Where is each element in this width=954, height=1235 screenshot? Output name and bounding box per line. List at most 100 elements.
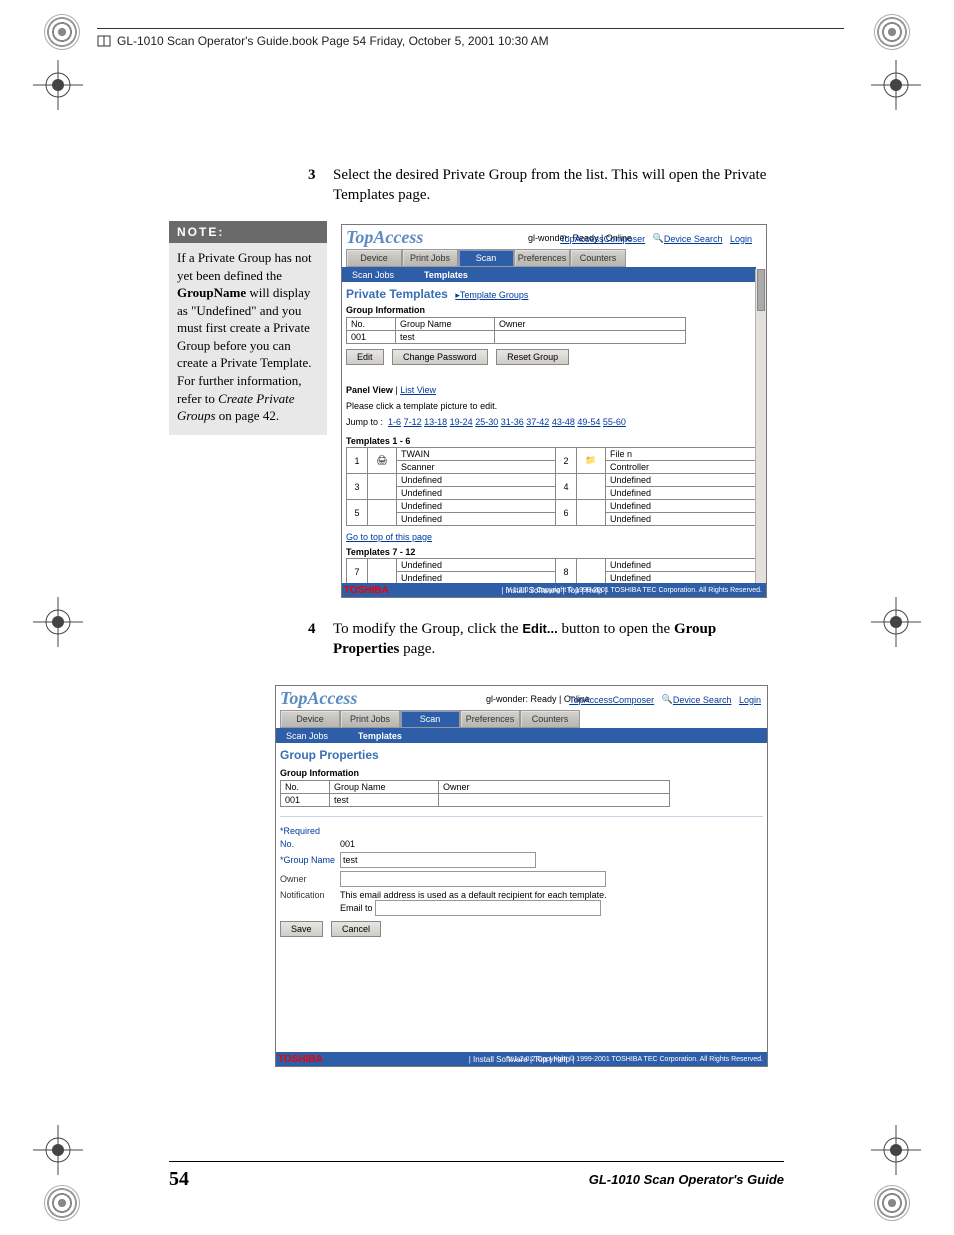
table-row[interactable]: 5Undefined 6Undefined — [347, 500, 765, 513]
cell-name: test — [330, 794, 439, 807]
scanner-icon: 🖨 — [368, 448, 397, 474]
tab-device[interactable]: Device — [280, 710, 340, 728]
tab-scan[interactable]: Scan — [458, 249, 514, 267]
group-info-table: No. Group Name Owner 001 test — [346, 317, 686, 344]
tab-device[interactable]: Device — [346, 249, 402, 267]
subtab-scan-jobs[interactable]: Scan Jobs — [286, 731, 328, 741]
save-button[interactable]: Save — [280, 921, 323, 937]
owner-input[interactable] — [340, 871, 606, 887]
folder-icon: 📁 — [577, 448, 606, 474]
required-label: *Required — [280, 826, 320, 836]
template-groups-link[interactable]: ▸Template Groups — [455, 290, 528, 300]
notification-help: This email address is used as a default … — [340, 890, 607, 900]
jump-link[interactable]: 13-18 — [424, 417, 447, 427]
app-footer: TOSHIBA | Install Software | Top | Help … — [342, 583, 766, 597]
step-number: 4 — [308, 619, 316, 639]
login-link[interactable]: Login — [739, 695, 761, 705]
panel-view: Panel View — [346, 385, 393, 395]
step-3: 3 Select the desired Private Group from … — [333, 165, 784, 206]
toshiba-logo: TOSHIBA — [278, 1054, 323, 1065]
tab-print-jobs[interactable]: Print Jobs — [340, 710, 400, 728]
jump-link[interactable]: 1-6 — [388, 417, 401, 427]
jump-link[interactable]: 7-12 — [404, 417, 422, 427]
screenshot-private-templates: TopAccess gl-wonder: Ready | Online TopA… — [341, 224, 767, 598]
copyright-text: V.1.2.0.2 Copyright © 1999-2001 TOSHIBA … — [508, 1056, 763, 1063]
tab-print-jobs[interactable]: Print Jobs — [402, 249, 458, 267]
jump-link[interactable]: 31-36 — [501, 417, 524, 427]
composer-link[interactable]: TopAccessComposer — [560, 234, 645, 244]
device-search-link[interactable]: Device Search — [673, 695, 732, 705]
magnifier-icon: 🔍 — [653, 233, 664, 244]
table-row: No. Group Name Owner — [347, 318, 686, 331]
templates-table-7-12: 7Undefined 8Undefined UndefinedUndefined — [346, 558, 765, 585]
subtab-templates[interactable]: Templates — [424, 270, 468, 280]
crop-mark-icon — [874, 14, 910, 50]
note-title: NOTE: — [169, 221, 327, 243]
note-callout: NOTE: If a Private Group has not yet bee… — [169, 221, 327, 435]
sub-tab-strip: Scan Jobs Templates — [276, 728, 767, 743]
header-text: GL-1010 Scan Operator's Guide.book Page … — [117, 34, 549, 48]
device-search-link[interactable]: Device Search — [664, 234, 723, 244]
tab-scan[interactable]: Scan — [400, 710, 460, 728]
col-group-name: Group Name — [396, 318, 495, 331]
registration-target-icon — [871, 1125, 921, 1175]
button-row: Save Cancel — [280, 921, 387, 937]
group-info-table: No. Group Name Owner 001 test — [280, 780, 670, 807]
composer-link[interactable]: TopAccessComposer — [569, 695, 654, 705]
section-title-row: Private Templates ▸Template Groups — [346, 287, 528, 301]
group-info-heading: Group Information — [280, 768, 359, 778]
jump-link[interactable]: 55-60 — [603, 417, 626, 427]
tab-counters[interactable]: Counters — [570, 249, 626, 267]
table-row[interactable]: 1🖨 TWAIN 2📁 File n — [347, 448, 765, 461]
book-icon — [97, 34, 111, 48]
page: GL-1010 Scan Operator's Guide.book Page … — [0, 0, 954, 1235]
tab-preferences[interactable]: Preferences — [460, 710, 520, 728]
login-link[interactable]: Login — [730, 234, 752, 244]
cell-no: 001 — [281, 794, 330, 807]
registration-target-icon — [33, 1125, 83, 1175]
jump-links: Jump to : 1-6 7-12 13-18 19-24 25-30 31-… — [346, 417, 626, 427]
reset-group-button[interactable]: Reset Group — [496, 349, 569, 365]
top-links: TopAccessComposer 🔍 Device Search Login — [569, 694, 761, 705]
field-owner: Owner — [280, 871, 680, 887]
cell-owner — [495, 331, 686, 344]
registration-target-icon — [33, 597, 83, 647]
instruction-text: Please click a template picture to edit. — [346, 401, 497, 411]
app-footer: TOSHIBA | Install Software | Top | Help … — [276, 1052, 767, 1066]
change-password-button[interactable]: Change Password — [392, 349, 488, 365]
section-title: Group Properties — [280, 748, 379, 762]
cancel-button[interactable]: Cancel — [331, 921, 381, 937]
table-row[interactable]: 3Undefined 4Undefined — [347, 474, 765, 487]
group-name-input[interactable] — [340, 852, 536, 868]
form: No.001 *Group Name Owner Notification Th… — [280, 839, 680, 919]
table-row[interactable]: 7Undefined 8Undefined — [347, 559, 765, 572]
list-view-link[interactable]: List View — [400, 385, 436, 395]
tab-preferences[interactable]: Preferences — [514, 249, 570, 267]
registration-target-icon — [871, 597, 921, 647]
page-header-meta: GL-1010 Scan Operator's Guide.book Page … — [97, 28, 844, 53]
topaccess-logo: TopAccess — [346, 227, 423, 248]
subtab-templates[interactable]: Templates — [358, 731, 402, 741]
step-4: 4 To modify the Group, click the Edit...… — [333, 619, 784, 660]
email-to-input[interactable] — [375, 900, 601, 916]
col-group-name: Group Name — [330, 781, 439, 794]
scrollbar[interactable] — [755, 269, 766, 583]
scroll-thumb[interactable] — [757, 269, 765, 311]
crop-mark-icon — [44, 1185, 80, 1221]
field-notification: Notification This email address is used … — [280, 890, 680, 916]
field-no: No.001 — [280, 839, 680, 849]
sub-tab-strip: Scan Jobs Templates — [342, 267, 756, 282]
jump-link[interactable]: 49-54 — [577, 417, 600, 427]
subtab-scan-jobs[interactable]: Scan Jobs — [352, 270, 394, 280]
edit-button[interactable]: Edit — [346, 349, 384, 365]
jump-link[interactable]: 25-30 — [475, 417, 498, 427]
tab-counters[interactable]: Counters — [520, 710, 580, 728]
go-to-top-link[interactable]: Go to top of this page — [346, 532, 432, 542]
section-title: Private Templates — [346, 287, 448, 301]
main-tabs: Device Print Jobs Scan Preferences Count… — [346, 249, 626, 267]
jump-link[interactable]: 37-42 — [526, 417, 549, 427]
no-value: 001 — [340, 839, 355, 849]
step-number: 3 — [308, 165, 316, 185]
jump-link[interactable]: 43-48 — [552, 417, 575, 427]
jump-link[interactable]: 19-24 — [450, 417, 473, 427]
